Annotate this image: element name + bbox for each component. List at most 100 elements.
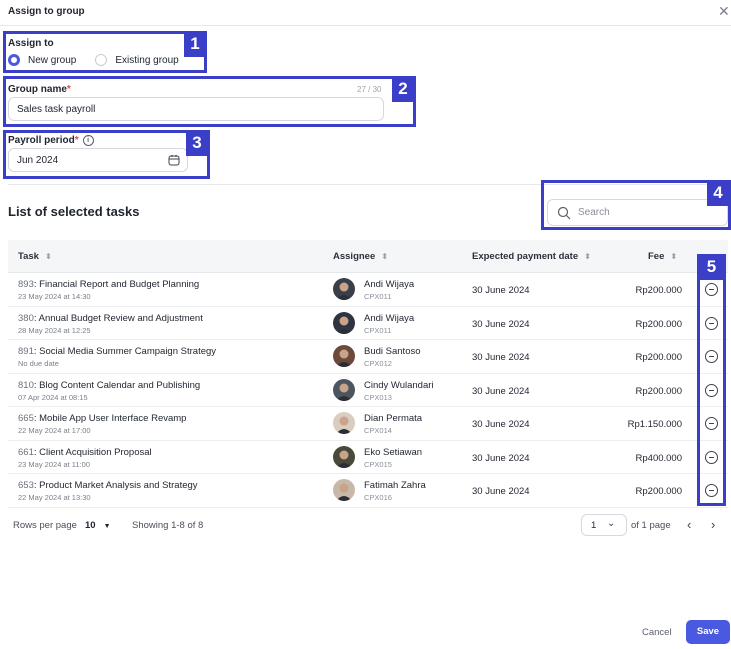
payment-date: 30 June 2024 [472,318,530,330]
table-row[interactable]: 661: Client Acquisition Proposal 23 May … [8,441,728,474]
assignee-name: Andi Wijaya [364,279,415,290]
annotation-badge-5: 5 [699,256,724,280]
column-header-fee[interactable]: Fee ⬍ [648,251,677,262]
payment-date: 30 June 2024 [472,352,530,363]
avatar [333,278,355,300]
task-date: 28 May 2024 at 12:25 [18,325,91,335]
rows-per-page-value: 10 [85,520,96,531]
save-button[interactable]: Save [686,620,730,644]
assignee-name: Eko Setiawan [364,446,423,458]
assignee-code: CPX016 [364,493,392,502]
avatar [333,311,355,334]
header-label: Assignee [333,251,376,262]
avatar [333,412,355,434]
fee-amount: Rp200.000 [635,285,682,296]
pagination-bar: Rows per page 10 ▼ Showing 1-8 of 8 1 ⌄ o… [8,514,728,538]
assignee-code: CPX011 [364,325,392,335]
annotation-badge-3: 3 [186,132,208,156]
task-title: 661: Client Acquisition Proposal [18,447,152,458]
task-name: : Client Acquisition Proposal [33,446,152,458]
sort-icon[interactable]: ⬍ [584,252,591,261]
annotation-badge-1: 1 [184,33,206,57]
sort-icon[interactable]: ⬍ [381,252,388,261]
assignee-name: Fatimah Zahra [364,480,426,491]
task-id: 653 [18,480,34,491]
table-row[interactable]: 891: Social Media Summer Campaign Strate… [8,340,728,374]
annotation-box-2 [3,76,416,127]
annotation-badge-4: 4 [707,182,729,206]
annotation-box-3 [3,130,210,179]
caret-down-icon: ▼ [103,523,111,530]
annotation-badge-2: 2 [392,78,414,102]
dialog-title: Assign to group [8,6,85,17]
annotation-box-4 [541,180,731,230]
header-label: Task [18,251,39,262]
page-select-value: 1 [591,520,597,531]
assignee-name: Andi Wijaya [364,312,415,324]
fee-amount: Rp1.150.000 [627,419,682,430]
avatar [333,445,355,468]
avatar [333,479,355,501]
task-name: : Mobile App User Interface Revamp [33,413,187,424]
fee-amount: Rp200.000 [635,486,682,497]
sort-icon[interactable]: ⬍ [45,252,52,261]
annotation-box-1 [3,31,207,73]
task-title: 891: Social Media Summer Campaign Strate… [18,346,216,357]
task-name: : Social Media Summer Campaign Strategy [33,346,217,357]
task-date: 22 May 2024 at 17:00 [18,426,91,435]
showing-count: Showing 1-8 of 8 [132,520,204,531]
avatar [333,345,355,367]
chevron-down-icon: ⌄ [607,518,616,529]
column-header-payment-date[interactable]: Expected payment date ⬍ [472,251,591,262]
fee-amount: Rp200.000 [635,385,682,397]
page-count: of 1 page [631,520,671,531]
table-row[interactable]: 810: Blog Content Calendar and Publishin… [8,374,728,407]
task-date: No due date [18,359,59,368]
page-select[interactable]: 1 ⌄ [581,514,627,536]
sort-icon[interactable]: ⬍ [670,252,677,261]
task-id: 893 [18,279,34,290]
fee-amount: Rp400.000 [635,452,682,464]
table-row[interactable]: 893: Financial Report and Budget Plannin… [8,273,728,307]
task-title: 380: Annual Budget Review and Adjustment [18,313,203,324]
chevron-left-icon[interactable]: ‹ [687,517,691,532]
assignee-name: Dian Permata [364,413,423,424]
task-id: 380 [18,312,34,324]
table-row[interactable]: 653: Product Market Analysis and Strateg… [8,474,728,508]
rows-per-page-label: Rows per page [13,520,77,531]
tasks-section-title: List of selected tasks [8,204,140,219]
task-date: 07 Apr 2024 at 08:15 [18,392,88,402]
assignee-code: CPX015 [364,459,392,469]
task-title: 893: Financial Report and Budget Plannin… [18,279,199,290]
chevron-right-icon[interactable]: › [711,517,715,532]
column-header-assignee[interactable]: Assignee ⬍ [333,251,388,262]
cancel-button[interactable]: Cancel [642,627,672,638]
table-header: Task ⬍ Assignee ⬍ Expected payment date ⬍ F… [8,240,728,273]
dialog-header: Assign to group ✕ [0,0,731,26]
task-title: 653: Product Market Analysis and Strateg… [18,480,198,491]
avatar [333,378,355,401]
assignee-name: Cindy Wulandari [364,379,434,391]
table-row[interactable]: 380: Annual Budget Review and Adjustment… [8,307,728,340]
task-title: 810: Blog Content Calendar and Publishin… [18,380,200,391]
column-header-task[interactable]: Task ⬍ [18,251,52,262]
rows-per-page-select[interactable]: 10 ▼ [85,520,111,531]
task-id: 810 [18,379,34,391]
fee-amount: Rp200.000 [635,352,682,363]
task-date: 22 May 2024 at 13:30 [18,493,91,502]
fee-amount: Rp200.000 [635,318,682,330]
header-label: Expected payment date [472,251,579,262]
payment-date: 30 June 2024 [472,452,530,464]
task-title: 665: Mobile App User Interface Revamp [18,413,186,424]
assignee-code: CPX014 [364,426,392,435]
annotation-box-5 [697,254,726,506]
close-icon[interactable]: ✕ [718,3,730,19]
task-date: 23 May 2024 at 14:30 [18,292,91,301]
task-id: 661 [18,446,34,458]
table-row[interactable]: 665: Mobile App User Interface Revamp 22… [8,407,728,441]
assignee-name: Budi Santoso [364,346,421,357]
task-date: 23 May 2024 at 11:00 [18,459,90,469]
assignee-code: CPX011 [364,292,392,301]
header-label: Fee [648,251,665,262]
task-name: : Annual Budget Review and Adjustment [33,312,203,324]
